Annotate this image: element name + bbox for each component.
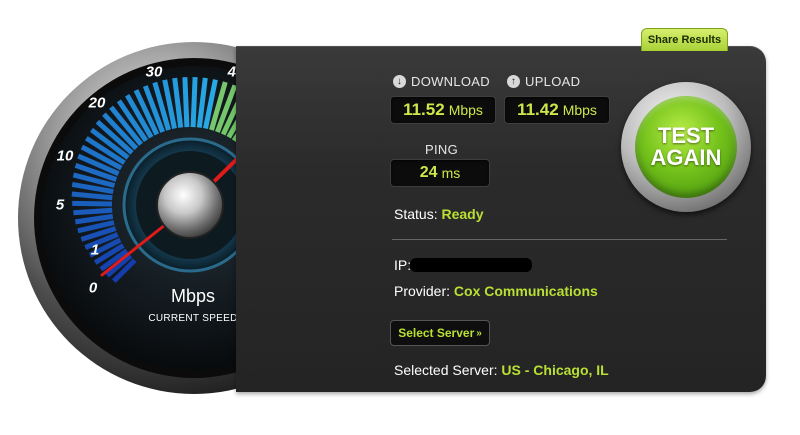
ping-header: PING xyxy=(425,142,458,157)
test-again-line2: AGAIN xyxy=(650,145,722,170)
ip-redaction xyxy=(410,258,532,272)
gauge-tick-label: 0 xyxy=(88,279,98,297)
selected-server-value: US - Chicago, IL xyxy=(501,362,609,378)
ping-unit: ms xyxy=(441,165,461,181)
selected-server-line: Selected Server: US - Chicago, IL xyxy=(394,362,609,378)
upload-value-box: 11.42 Mbps xyxy=(504,96,610,124)
test-again-bezel: TEST AGAIN xyxy=(621,82,751,212)
chevron-down-icon: » xyxy=(476,327,482,339)
selected-server-label: Selected Server: xyxy=(394,362,498,378)
provider-line: Provider: Cox Communications xyxy=(394,283,598,299)
ping-value: 24 xyxy=(419,164,438,181)
download-value-box: 11.52 Mbps xyxy=(390,96,496,124)
gauge-bar xyxy=(182,77,190,128)
upload-value: 11.42 xyxy=(517,100,559,119)
upload-unit: Mbps xyxy=(562,102,597,118)
upload-header: ↑ UPLOAD xyxy=(507,74,580,89)
gauge-caption: CURRENT SPEED xyxy=(148,313,238,324)
download-label: DOWNLOAD xyxy=(411,74,490,89)
ip-line: IP: xyxy=(394,257,411,273)
provider-value: Cox Communications xyxy=(453,283,598,299)
test-again-button[interactable]: TEST AGAIN xyxy=(635,96,737,198)
share-results-button[interactable]: Share Results xyxy=(641,28,728,51)
ping-value-box: 24 ms xyxy=(390,159,490,187)
status-line: Status: Ready xyxy=(394,206,484,222)
status-value: Ready xyxy=(441,206,484,222)
gauge-unit: Mbps xyxy=(170,286,215,306)
panel-divider xyxy=(392,239,727,240)
up-arrow-circle-icon: ↑ xyxy=(507,75,520,88)
gauge-tick-label: 5 xyxy=(55,196,65,214)
gauge-tick-label: 30 xyxy=(145,63,163,81)
gauge-bar xyxy=(73,207,113,216)
test-again-line1: TEST xyxy=(657,123,715,148)
gauge-hub xyxy=(156,171,224,239)
gauge-tick-label: 1 xyxy=(90,241,100,259)
provider-label: Provider: xyxy=(394,283,451,299)
download-value: 11.52 xyxy=(403,100,445,119)
upload-label: UPLOAD xyxy=(525,74,581,89)
gauge-tick-label: 10 xyxy=(56,147,74,165)
select-server-button[interactable]: Select Server » xyxy=(390,320,490,346)
ip-label: IP: xyxy=(394,257,412,273)
gauge-tick-label: 20 xyxy=(88,94,106,112)
select-server-label: Select Server xyxy=(398,326,475,340)
ping-label: PING xyxy=(425,142,458,157)
gauge-bar xyxy=(190,77,198,128)
down-arrow-circle-icon: ↓ xyxy=(393,75,406,88)
download-header: ↓ DOWNLOAD xyxy=(393,74,490,89)
status-label: Status: xyxy=(394,206,438,222)
gauge-bar xyxy=(72,200,113,207)
download-unit: Mbps xyxy=(448,102,483,118)
